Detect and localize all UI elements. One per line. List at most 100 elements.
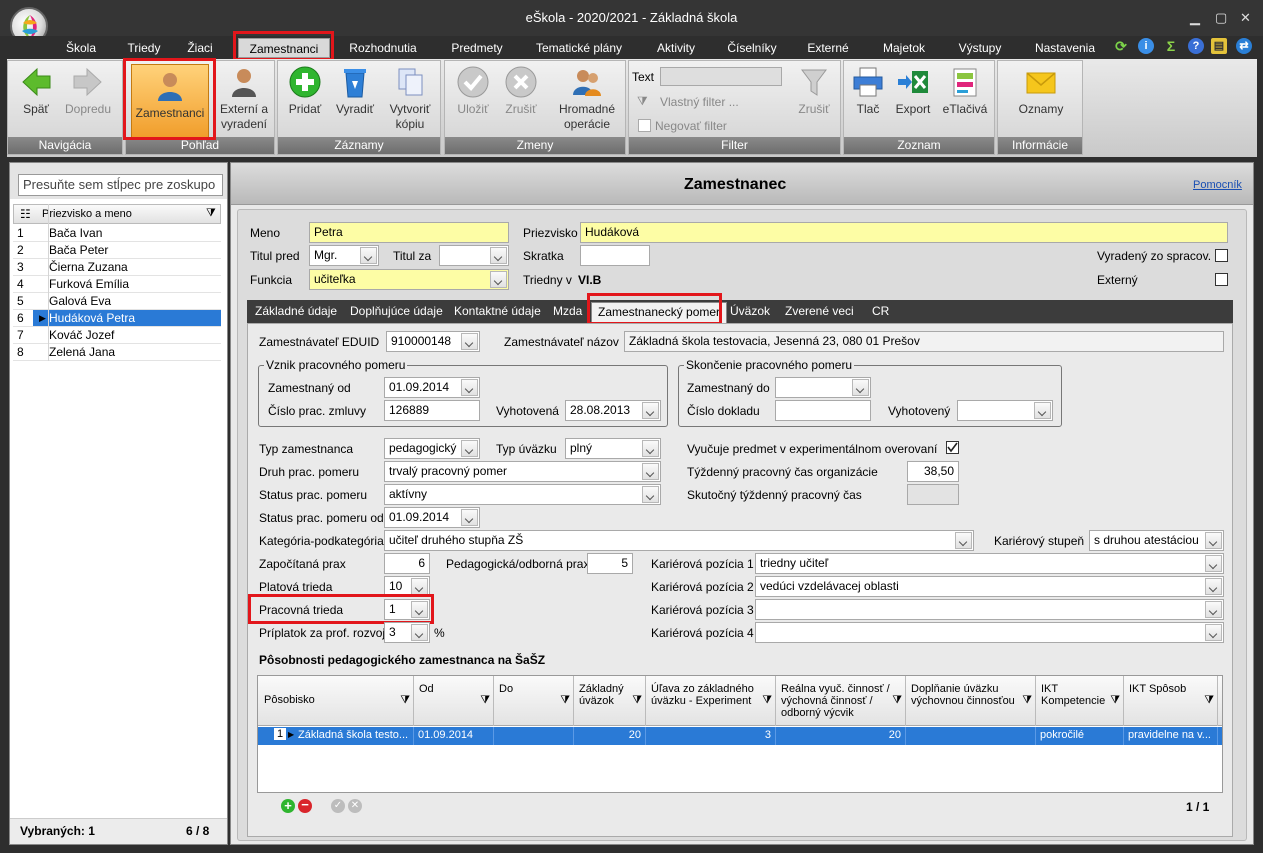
column-filter-icon[interactable]: ⧩ (1204, 694, 1214, 706)
chevron-down-icon[interactable] (1205, 578, 1222, 595)
issued-picker[interactable]: 28.08.2013 (565, 400, 661, 421)
sync-icon[interactable]: ⇄ (1236, 38, 1252, 54)
sigma-icon[interactable]: Σ (1163, 38, 1179, 54)
chevron-down-icon[interactable] (955, 532, 972, 549)
practice-field[interactable]: 6 (384, 553, 430, 574)
refresh-icon[interactable]: ⟳ (1113, 38, 1129, 54)
minimize-icon[interactable]: ▁ (1190, 10, 1200, 26)
close-icon[interactable]: ✕ (1240, 10, 1251, 26)
grid-remove-icon[interactable]: − (298, 798, 312, 813)
contract-field[interactable]: 126889 (384, 400, 480, 421)
load-type-select[interactable]: plný (565, 438, 661, 459)
weekly-org-field[interactable]: 38,50 (907, 461, 959, 482)
maximize-icon[interactable]: ▢ (1215, 10, 1227, 26)
priezvisko-field[interactable]: Hudáková (580, 222, 1228, 243)
career-level-select[interactable]: s druhou atestáciou (1089, 530, 1224, 551)
list-item[interactable]: 1 Bača Ivan (13, 225, 221, 242)
group-by-input[interactable]: Presuňte sem stĺpec pre zoskupo (18, 174, 223, 196)
pos2-select[interactable]: vedúci vzdelávacej oblasti (755, 576, 1224, 597)
tab-zverene-veci[interactable]: Zverené veci (785, 304, 854, 318)
pos4-select[interactable] (755, 622, 1224, 643)
menu-rozhodnutia[interactable]: Rozhodnutia (340, 38, 426, 58)
pos3-select[interactable] (755, 599, 1224, 620)
pos1-select[interactable]: triedny učiteľ (755, 553, 1224, 574)
grid-column-header[interactable]: Od ⧩ (414, 676, 494, 726)
column-filter-icon[interactable]: ⧩ (206, 207, 216, 220)
list-item[interactable]: 2 Bača Peter (13, 242, 221, 259)
externy-checkbox[interactable] (1215, 273, 1228, 286)
list-item[interactable]: 5 Galová Eva (13, 293, 221, 310)
chevron-down-icon[interactable] (642, 402, 659, 419)
funkcia-select[interactable]: učiteľka (309, 269, 509, 290)
chevron-down-icon[interactable] (1034, 402, 1051, 419)
grid-cell[interactable]: 01.09.2014 (414, 727, 494, 745)
export-button[interactable]: Export (890, 65, 936, 117)
back-button[interactable]: Späť (16, 65, 56, 117)
grid-column-header[interactable]: IKT Kompetencie ⧩ (1036, 676, 1124, 726)
chevron-down-icon[interactable] (1205, 601, 1222, 618)
grid-column-header[interactable]: IKT Spôsob ⧩ (1124, 676, 1218, 726)
print-button[interactable]: Tlač (848, 65, 888, 117)
menu-tematicke-plany[interactable]: Tematické plány (530, 38, 628, 58)
menu-nastavenia[interactable]: Nastavenia (1030, 38, 1100, 58)
help-icon[interactable]: ? (1188, 38, 1204, 54)
chevron-down-icon[interactable] (461, 379, 478, 396)
column-chooser-icon[interactable]: ☷ (20, 207, 31, 221)
list-item[interactable]: 8 Zelená Jana (13, 344, 221, 361)
status-select[interactable]: aktívny (384, 484, 661, 505)
column-filter-icon[interactable]: ⧩ (632, 694, 642, 706)
ped-practice-field[interactable]: 5 (587, 553, 633, 574)
weekly-real-field[interactable] (907, 484, 959, 505)
list-item[interactable]: 6 Hudáková Petra ▶ (13, 310, 221, 327)
menu-ciselniky[interactable]: Číselníky (722, 38, 782, 58)
employed-from-picker[interactable]: 01.09.2014 (384, 377, 480, 398)
tab-mzda[interactable]: Mzda (553, 304, 582, 318)
category-select[interactable]: učiteľ druhého stupňa ZŠ (384, 530, 974, 551)
chevron-down-icon[interactable] (461, 333, 478, 350)
tab-kontaktne-udaje[interactable]: Kontaktné údaje (454, 304, 541, 318)
grid-add-icon[interactable]: + (281, 799, 295, 813)
meno-field[interactable]: Petra (309, 222, 509, 243)
custom-filter-link[interactable]: Vlastný filter ... (660, 95, 739, 110)
employed-to-picker[interactable] (775, 377, 871, 398)
add-button[interactable]: Pridať (283, 65, 327, 117)
chevron-down-icon[interactable] (852, 379, 869, 396)
chevron-down-icon[interactable] (461, 509, 478, 526)
forward-button[interactable]: Dopredu (60, 65, 116, 117)
doc-field[interactable] (775, 400, 871, 421)
grid-column-header[interactable]: Doplňanie úväzku výchovnou činnosťou ⧩ (906, 676, 1036, 726)
grid-cell[interactable]: 20 (776, 727, 906, 745)
experimental-checkbox[interactable] (946, 441, 959, 454)
menu-ziaci[interactable]: Žiaci (178, 38, 222, 58)
chevron-down-icon[interactable] (642, 440, 659, 457)
printer-icon[interactable]: ▤ (1211, 38, 1227, 54)
copy-button[interactable]: Vytvoriť kópiu (384, 65, 436, 132)
chevron-down-icon[interactable] (490, 247, 507, 264)
column-filter-icon[interactable]: ⧩ (1022, 694, 1032, 706)
cancel-button[interactable]: Zrušiť (499, 65, 543, 117)
grid-column-header[interactable]: Reálna vyuč. činnosť / výchovná činnosť … (776, 676, 906, 726)
employer-field[interactable]: Základná škola testovacia, Jesenná 23, 0… (624, 331, 1224, 352)
filter-cancel-button[interactable]: Zrušiť (792, 65, 836, 117)
grid-cancel-icon[interactable]: ✕ (348, 799, 362, 813)
save-button[interactable]: Uložiť (451, 65, 495, 117)
menu-vystupy[interactable]: Výstupy (950, 38, 1010, 58)
remove-button[interactable]: Vyradiť (332, 65, 378, 117)
tab-uvazok[interactable]: Úväzok (730, 304, 770, 318)
external-button[interactable]: Externí a vyradení (214, 65, 274, 132)
tab-doplnujuce-udaje[interactable]: Doplňujúce údaje (350, 304, 443, 318)
tab-zakladne-udaje[interactable]: Základné údaje (255, 304, 337, 318)
chevron-down-icon[interactable] (490, 271, 507, 288)
titul-za-select[interactable] (439, 245, 509, 266)
menu-majetok[interactable]: Majetok (874, 38, 934, 58)
grid-save-icon[interactable]: ✓ (331, 799, 345, 813)
issued2-picker[interactable] (957, 400, 1053, 421)
chevron-down-icon[interactable] (411, 624, 428, 641)
menu-predmety[interactable]: Predmety (443, 38, 511, 58)
column-filter-icon[interactable]: ⧩ (892, 694, 902, 706)
menu-aktivity[interactable]: Aktivity (648, 38, 704, 58)
column-filter-icon[interactable]: ⧩ (480, 694, 490, 706)
info-icon[interactable]: i (1138, 38, 1154, 54)
menu-triedy[interactable]: Triedy (118, 38, 170, 58)
menu-skola[interactable]: Škola (58, 38, 104, 58)
